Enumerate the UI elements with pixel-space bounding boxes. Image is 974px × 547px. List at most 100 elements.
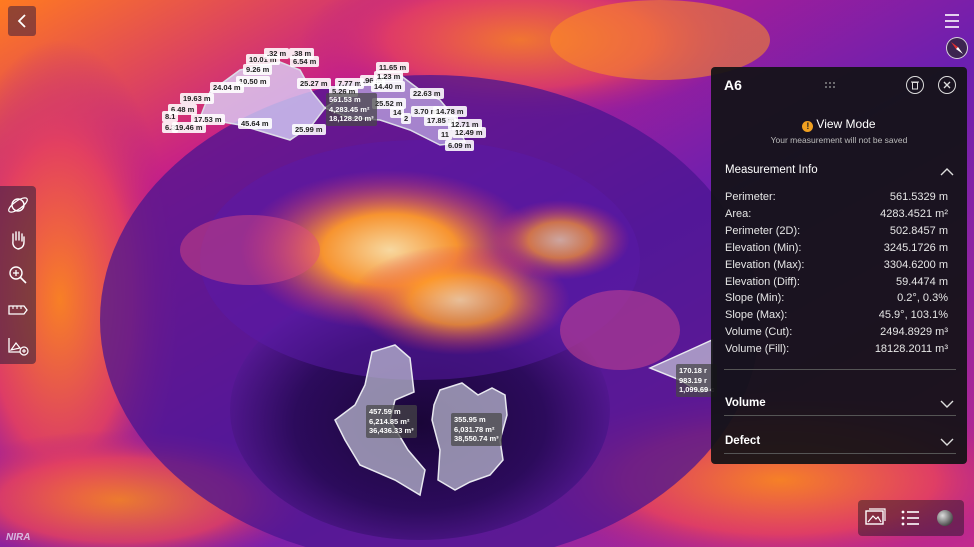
measurement-info-header[interactable]: Measurement Info <box>725 164 818 176</box>
info-key: Slope (Min): <box>725 292 785 304</box>
chevron-down-icon[interactable] <box>940 400 954 408</box>
panel-title: A6 <box>724 77 742 93</box>
chevron-down-icon[interactable] <box>940 438 954 446</box>
gallery-button[interactable] <box>861 504 889 532</box>
measurement-label: .32 m <box>264 48 290 59</box>
measurement-label: 25.27 m <box>297 78 331 89</box>
info-value: 2494.8929 m³ <box>880 326 948 338</box>
info-value: 0.2°, 0.3% <box>897 292 948 304</box>
volume-value: 36,436.33 m³ <box>369 426 414 435</box>
trash-icon <box>911 81 919 90</box>
info-key: Volume (Fill): <box>725 343 790 355</box>
add-annotation-icon <box>8 338 29 356</box>
area-value: 6,214.85 m² <box>369 416 410 426</box>
info-row-elevation-max: Elevation (Max): 3304.6200 m <box>725 259 948 273</box>
measurement-label: 19.63 m <box>180 93 214 104</box>
list-icon <box>901 510 919 526</box>
info-value: 561.5329 m <box>889 191 948 203</box>
perimeter-value: 561.53 m <box>329 95 361 104</box>
view-mode-indicator: ! View Mode <box>711 117 967 132</box>
globe-button[interactable] <box>931 504 959 532</box>
divider <box>724 453 956 454</box>
info-value: 59.4474 m <box>896 276 948 288</box>
info-row-elevation-diff: Elevation (Diff): 59.4474 m <box>725 276 948 290</box>
tool-bar <box>0 186 36 364</box>
measurement-label: 14.40 m <box>371 81 405 92</box>
compass-icon <box>951 42 963 54</box>
chevron-up-icon[interactable] <box>940 168 954 176</box>
info-key: Perimeter: <box>725 191 776 203</box>
drag-handle-icon[interactable] <box>824 81 836 89</box>
info-row-elevation-min: Elevation (Min): 3245.1726 m <box>725 242 948 256</box>
info-value: 3304.6200 m <box>883 259 948 271</box>
volume-value: 38,550.74 m³ <box>454 434 499 443</box>
hamburger-menu-icon <box>945 14 959 28</box>
perimeter-value: 457.59 m <box>369 407 401 416</box>
info-key: Area: <box>725 208 752 220</box>
close-button[interactable] <box>938 76 956 94</box>
measure-tool-button[interactable] <box>6 298 30 322</box>
area-value: 6,031.78 m² <box>454 424 495 434</box>
globe-icon <box>937 510 953 526</box>
measurement-label: 11 <box>438 129 452 140</box>
info-row-perimeter-2d: Perimeter (2D): 502.8457 m <box>725 225 948 239</box>
info-key: Elevation (Min): <box>725 242 802 254</box>
measurement-label: 6.09 m <box>445 140 475 151</box>
info-value: 4283.4521 m² <box>880 208 948 220</box>
info-row-area: Area: 4283.4521 m² <box>725 208 948 222</box>
close-icon <box>943 81 951 89</box>
compass-button[interactable] <box>946 37 968 59</box>
view-mode-note: Your measurement will not be saved <box>770 135 908 145</box>
info-row-perimeter: Perimeter: 561.5329 m <box>725 191 948 205</box>
info-key: Elevation (Max): <box>725 259 805 271</box>
measurement-label: 19.46 m <box>172 122 206 133</box>
zoom-icon <box>9 266 27 284</box>
back-button[interactable] <box>8 6 36 36</box>
list-button[interactable] <box>896 504 924 532</box>
info-row-slope-max: Slope (Max): 45.9°, 103.1% <box>725 309 948 323</box>
measure-icon <box>8 305 28 315</box>
pan-tool-button[interactable] <box>6 228 30 252</box>
info-row-volume-fill: Volume (Fill): 18128.2011 m³ <box>725 343 948 357</box>
perimeter-value: 170.18 r <box>679 366 707 375</box>
volume-value: 18,128.20 m³ <box>329 114 374 123</box>
info-value: 502.8457 m <box>889 225 948 237</box>
view-mode-label: View Mode <box>816 117 876 131</box>
orbit-icon <box>8 197 28 213</box>
info-row-volume-cut: Volume (Cut): 2494.8929 m³ <box>725 326 948 340</box>
perimeter-value: 355.95 m <box>454 415 486 424</box>
measurement-panel: A6 ! View Mode Your measurement will not … <box>711 67 967 464</box>
measurement-label: 12.49 m <box>452 127 486 138</box>
measurement-label: 2 <box>401 113 412 124</box>
divider <box>724 369 956 370</box>
measurement-label: 8.1 <box>162 111 179 122</box>
image-gallery-icon <box>865 508 886 525</box>
pan-hand-icon <box>12 231 25 250</box>
brand-watermark: NIRA <box>6 532 31 543</box>
info-key: Elevation (Diff): <box>725 276 800 288</box>
annotation-tool-button[interactable] <box>6 334 30 358</box>
chevron-left-icon <box>17 14 26 28</box>
warning-icon: ! <box>802 121 814 132</box>
orbit-tool-button[interactable] <box>6 193 30 217</box>
zoom-tool-button[interactable] <box>6 263 30 287</box>
info-key: Volume (Cut): <box>725 326 793 338</box>
info-key: Perimeter (2D): <box>725 225 801 237</box>
defect-section-header[interactable]: Defect <box>725 435 760 447</box>
measurement-label: 22.63 m <box>410 88 444 99</box>
measurement-summary-left: 457.59 m 6,214.85 m² 36,436.33 m³ <box>366 405 417 438</box>
measurement-label: 45.64 m <box>238 118 272 129</box>
info-key: Slope (Max): <box>725 309 788 321</box>
volume-section-header[interactable]: Volume <box>725 397 766 409</box>
info-value: 18128.2011 m³ <box>874 343 948 355</box>
area-value: 983.19 r <box>679 375 707 385</box>
measurement-summary-right: 355.95 m 6,031.78 m² 38,550.74 m³ <box>451 413 502 446</box>
menu-button[interactable] <box>940 10 964 32</box>
measurement-label: 25.99 m <box>292 124 326 135</box>
info-value: 3245.1726 m <box>883 242 948 254</box>
delete-button[interactable] <box>906 76 924 94</box>
info-value: 45.9°, 103.1% <box>878 309 948 321</box>
volume-value: 1,099.69 c <box>679 385 715 394</box>
measurement-label: 9.26 m <box>243 64 273 75</box>
measurement-label: 6.54 m <box>290 56 320 67</box>
